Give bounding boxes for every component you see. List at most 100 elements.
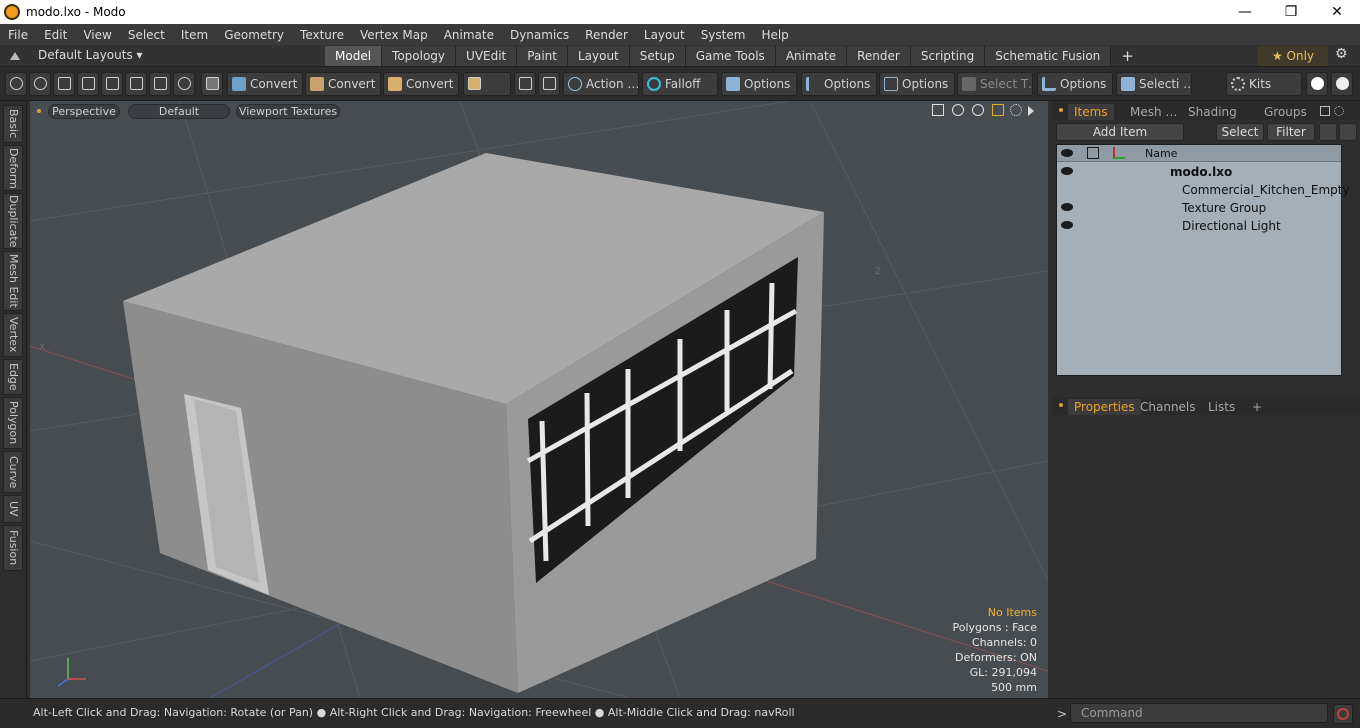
- panel-menu-icon[interactable]: [1059, 403, 1063, 407]
- pivot-icon[interactable]: [173, 72, 195, 96]
- tree-item-texture-group[interactable]: Texture Group: [1057, 199, 1341, 217]
- tab-mesh-edit[interactable]: Mesh Edit: [3, 251, 23, 311]
- menu-view[interactable]: View: [75, 28, 119, 42]
- panel-menu-icon[interactable]: [1059, 108, 1063, 112]
- shading-dropdown[interactable]: Default: [128, 104, 230, 119]
- menu-dynamics[interactable]: Dynamics: [502, 28, 577, 42]
- eye-icon[interactable]: [1061, 221, 1073, 229]
- visibility-column-icon[interactable]: [1061, 149, 1073, 157]
- viewport-menu-icon[interactable]: [37, 109, 41, 113]
- tab-basic[interactable]: Basic: [3, 105, 23, 143]
- tab-model[interactable]: Model: [325, 46, 383, 66]
- item-mode-icon[interactable]: [125, 72, 147, 96]
- tab-uv[interactable]: UV: [3, 495, 23, 523]
- tab-duplicate[interactable]: Duplicate: [3, 193, 23, 249]
- tab-scripting[interactable]: Scripting: [910, 46, 986, 66]
- options-button-2[interactable]: Options: [801, 72, 877, 96]
- tab-channels[interactable]: Channels: [1134, 399, 1202, 415]
- select-through-button[interactable]: Select T…: [957, 72, 1033, 96]
- menu-geometry[interactable]: Geometry: [216, 28, 292, 42]
- view-settings-icon[interactable]: [1010, 104, 1022, 116]
- menu-item[interactable]: Item: [173, 28, 216, 42]
- record-button[interactable]: [1333, 704, 1353, 724]
- convert-button-3[interactable]: Convert: [383, 72, 459, 96]
- action-center-button[interactable]: Action …: [563, 72, 639, 96]
- close-button[interactable]: ✕: [1314, 0, 1360, 24]
- tab-setup[interactable]: Setup: [629, 46, 686, 66]
- tab-lists[interactable]: Lists: [1202, 399, 1241, 415]
- name-column-header[interactable]: Name: [1145, 147, 1177, 160]
- menu-vertex-map[interactable]: Vertex Map: [352, 28, 436, 42]
- tab-deform[interactable]: Deform: [3, 145, 23, 191]
- tab-curve[interactable]: Curve: [3, 451, 23, 493]
- menu-file[interactable]: File: [0, 28, 36, 42]
- expand-arrow-icon[interactable]: [1028, 106, 1034, 116]
- menu-edit[interactable]: Edit: [36, 28, 75, 42]
- tab-paint[interactable]: Paint: [517, 46, 568, 66]
- material-mode-icon[interactable]: [149, 72, 171, 96]
- options-button-1[interactable]: Options: [721, 72, 797, 96]
- tree-item-scene[interactable]: modo.lxo: [1057, 163, 1341, 181]
- polygon-mode-icon[interactable]: [101, 72, 123, 96]
- shield-icon[interactable]: [201, 72, 223, 96]
- maximize-view-icon[interactable]: [992, 104, 1004, 116]
- add-tab-button[interactable]: +: [1111, 46, 1144, 66]
- rotate-view-icon[interactable]: [952, 104, 964, 116]
- collapse-icon[interactable]: [1319, 123, 1337, 141]
- eye-icon[interactable]: [1061, 203, 1073, 211]
- kits-button[interactable]: Kits: [1226, 72, 1302, 96]
- collapse-up-icon[interactable]: [10, 50, 20, 60]
- modo-logo-icon[interactable]: [1306, 72, 1328, 96]
- 3d-viewport[interactable]: Perspective Default Viewport Textures X …: [30, 101, 1048, 698]
- move-view-icon[interactable]: [932, 104, 944, 116]
- primitive-dropdown[interactable]: [463, 72, 511, 96]
- menu-select[interactable]: Select: [120, 28, 173, 42]
- maximize-button[interactable]: ❐: [1268, 0, 1314, 24]
- default-layouts-dropdown[interactable]: Default Layouts ▾: [38, 48, 143, 62]
- add-item-button[interactable]: Add Item: [1056, 123, 1184, 141]
- tab-topology[interactable]: Topology: [382, 46, 457, 66]
- perspective-dropdown[interactable]: Perspective: [48, 104, 120, 119]
- tab-edge[interactable]: Edge: [3, 359, 23, 395]
- tab-groups[interactable]: Groups: [1258, 104, 1313, 120]
- selection-sets-button[interactable]: Selecti …: [1116, 72, 1192, 96]
- menu-render[interactable]: Render: [577, 28, 636, 42]
- minimize-button[interactable]: —: [1222, 0, 1268, 24]
- viewport-textures-dropdown[interactable]: Viewport Textures: [236, 104, 340, 119]
- expand-panel-icon[interactable]: [1320, 106, 1330, 116]
- select-button[interactable]: Select: [1216, 123, 1264, 141]
- tab-properties[interactable]: Properties: [1068, 399, 1141, 415]
- tab-fusion[interactable]: Fusion: [3, 525, 23, 571]
- funnel-icon[interactable]: [1339, 123, 1357, 141]
- menu-animate[interactable]: Animate: [436, 28, 502, 42]
- edge-mode-icon[interactable]: [77, 72, 99, 96]
- menu-texture[interactable]: Texture: [292, 28, 352, 42]
- convert-button-2[interactable]: Convert: [305, 72, 381, 96]
- menu-help[interactable]: Help: [753, 28, 796, 42]
- menu-system[interactable]: System: [693, 28, 754, 42]
- filter-button[interactable]: Filter: [1267, 123, 1315, 141]
- gear-icon[interactable]: ⚙: [1335, 46, 1348, 62]
- tab-polygon[interactable]: Polygon: [3, 397, 23, 449]
- symmetry-icon[interactable]: [514, 72, 536, 96]
- tab-schematic-fusion[interactable]: Schematic Fusion: [985, 46, 1112, 66]
- command-input[interactable]: Command: [1070, 703, 1328, 723]
- zoom-view-icon[interactable]: [972, 104, 984, 116]
- tab-game-tools[interactable]: Game Tools: [685, 46, 776, 66]
- vertex-mode-icon[interactable]: [5, 72, 27, 96]
- items-list[interactable]: Name modo.lxo Commercial_Kitchen_Empty T…: [1056, 144, 1350, 376]
- panel-settings-icon[interactable]: [1334, 106, 1344, 116]
- snap-icon[interactable]: [538, 72, 560, 96]
- eye-icon[interactable]: [1061, 167, 1073, 175]
- convert-button-1[interactable]: Convert: [227, 72, 303, 96]
- tab-vertex[interactable]: Vertex: [3, 313, 23, 357]
- falloff-button[interactable]: Falloff: [642, 72, 718, 96]
- tab-items[interactable]: Items: [1068, 104, 1114, 120]
- options-button-3[interactable]: Options: [879, 72, 955, 96]
- lock-column-icon[interactable]: [1087, 147, 1099, 159]
- tree-item-directional-light[interactable]: Directional Light: [1057, 217, 1341, 235]
- tab-mesh[interactable]: Mesh …: [1124, 104, 1183, 120]
- globe-icon[interactable]: [29, 72, 51, 96]
- add-tab-button[interactable]: +: [1246, 399, 1268, 415]
- tree-item-mesh[interactable]: Commercial_Kitchen_Empty: [1057, 181, 1350, 199]
